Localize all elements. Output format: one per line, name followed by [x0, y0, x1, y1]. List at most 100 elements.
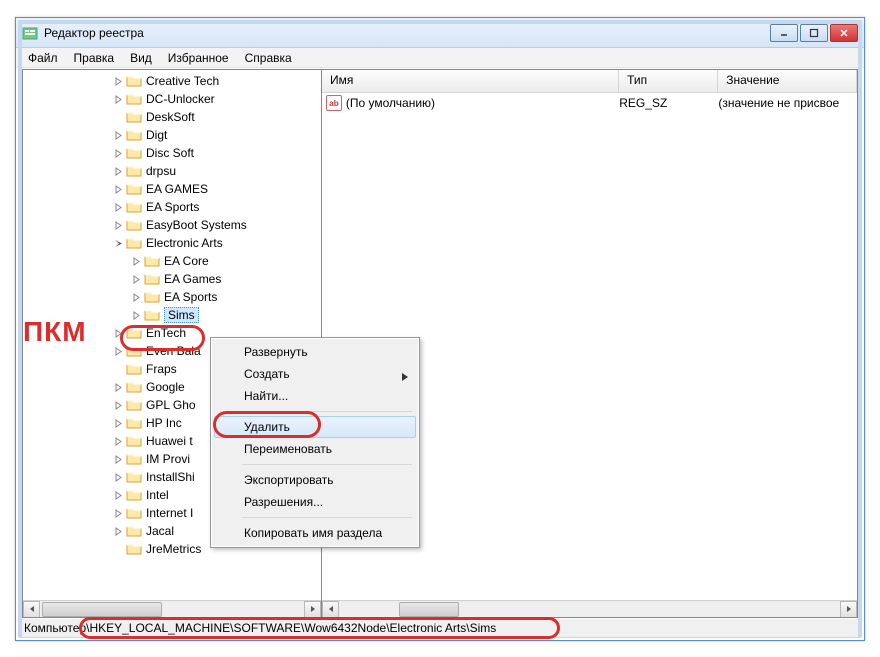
tree-item[interactable]: Disc Soft [23, 144, 321, 162]
annotation-highlight-sims [120, 325, 205, 351]
menu-файл[interactable]: Файл [20, 49, 66, 67]
context-separator [242, 464, 412, 465]
scroll-right-icon[interactable] [840, 601, 857, 618]
tree-item[interactable]: DC-Unlocker [23, 90, 321, 108]
tree-item-label: Huawei t [146, 434, 193, 448]
expand-closed-icon[interactable] [113, 166, 124, 177]
menubar: ФайлПравкаВидИзбранноеСправка [16, 48, 864, 68]
tree-item-label: EA GAMES [146, 182, 208, 196]
tree-item[interactable]: EA Sports [23, 198, 321, 216]
tree-item-label: Creative Tech [146, 74, 219, 88]
column-header[interactable]: Тип [619, 70, 718, 92]
annotation-pkm-label: ПКМ [23, 316, 87, 348]
expand-closed-icon[interactable] [113, 130, 124, 141]
expand-closed-icon[interactable] [113, 220, 124, 231]
folder-icon [126, 92, 142, 106]
folder-icon [126, 524, 142, 538]
tree-item-label: Digt [146, 128, 167, 142]
context-item[interactable]: Переименовать [214, 438, 416, 460]
expand-closed-icon[interactable] [113, 508, 124, 519]
expand-closed-icon[interactable] [113, 418, 124, 429]
folder-icon [126, 506, 142, 520]
tree-item-label: Google [146, 380, 185, 394]
tree-item-label: DeskSoft [146, 110, 195, 124]
tree-item-label: DC-Unlocker [146, 92, 215, 106]
folder-icon [126, 74, 142, 88]
menu-правка[interactable]: Правка [66, 49, 123, 67]
menu-избранное[interactable]: Избранное [160, 49, 237, 67]
context-item-label: Экспортировать [244, 473, 334, 487]
folder-icon [126, 218, 142, 232]
expand-closed-icon[interactable] [113, 472, 124, 483]
tree-item[interactable]: Electronic Arts [23, 234, 321, 252]
context-separator [242, 517, 412, 518]
context-item-label: Создать [244, 367, 290, 381]
context-item[interactable]: Создать [214, 363, 416, 385]
tree-hscroll[interactable] [23, 600, 321, 617]
scroll-left-icon[interactable] [23, 601, 40, 618]
expand-closed-icon[interactable] [131, 310, 142, 321]
menu-вид[interactable]: Вид [122, 49, 160, 67]
expand-closed-icon[interactable] [113, 112, 124, 123]
expand-closed-icon[interactable] [113, 454, 124, 465]
scroll-thumb[interactable] [399, 602, 459, 617]
context-item-label: Переименовать [244, 442, 332, 456]
folder-icon [126, 416, 142, 430]
folder-icon [126, 434, 142, 448]
scroll-thumb[interactable] [42, 602, 162, 617]
expand-closed-icon[interactable] [113, 364, 124, 375]
expand-closed-icon[interactable] [131, 274, 142, 285]
tree-item[interactable]: EA Core [23, 252, 321, 270]
scroll-right-icon[interactable] [304, 601, 321, 618]
tree-item-label: Fraps [146, 362, 177, 376]
expand-closed-icon[interactable] [113, 526, 124, 537]
tree-item[interactable]: EA Sports [23, 288, 321, 306]
column-header[interactable]: Имя [322, 70, 619, 92]
expand-closed-icon[interactable] [131, 256, 142, 267]
menu-справка[interactable]: Справка [237, 49, 300, 67]
expand-closed-icon[interactable] [113, 94, 124, 105]
string-value-icon: ab [326, 95, 342, 111]
tree-item[interactable]: Digt [23, 126, 321, 144]
tree-item[interactable]: EasyBoot Systems [23, 216, 321, 234]
context-item[interactable]: Развернуть [214, 341, 416, 363]
context-item[interactable]: Экспортировать [214, 469, 416, 491]
folder-icon [126, 164, 142, 178]
expand-open-icon[interactable] [113, 238, 124, 249]
list-hscroll[interactable] [322, 600, 857, 617]
folder-icon [126, 128, 142, 142]
tree-item[interactable]: DeskSoft [23, 108, 321, 126]
expand-closed-icon[interactable] [113, 202, 124, 213]
scroll-left-icon[interactable] [322, 601, 339, 618]
context-menu[interactable]: РазвернутьСоздатьНайти...УдалитьПереимен… [210, 337, 420, 548]
expand-closed-icon[interactable] [113, 76, 124, 87]
close-button[interactable] [830, 24, 858, 42]
expand-closed-icon[interactable] [113, 400, 124, 411]
folder-icon [126, 200, 142, 214]
expand-closed-icon[interactable] [113, 346, 124, 357]
list-header[interactable]: ИмяТипЗначение [322, 70, 857, 93]
expand-closed-icon[interactable] [113, 490, 124, 501]
expand-closed-icon[interactable] [113, 148, 124, 159]
expand-closed-icon[interactable] [113, 436, 124, 447]
expand-closed-icon[interactable] [113, 544, 124, 555]
tree-item[interactable]: EA GAMES [23, 180, 321, 198]
tree-item-label: Jacal [146, 524, 174, 538]
expand-closed-icon[interactable] [113, 184, 124, 195]
folder-icon [126, 488, 142, 502]
minimize-button[interactable] [770, 24, 798, 42]
maximize-button[interactable] [800, 24, 828, 42]
folder-icon [144, 308, 160, 322]
tree-item[interactable]: EA Games [23, 270, 321, 288]
list-row[interactable]: ab(По умолчанию)REG_SZ(значение не присв… [322, 93, 857, 113]
context-item[interactable]: Разрешения... [214, 491, 416, 513]
context-item[interactable]: Копировать имя раздела [214, 522, 416, 544]
context-item-label: Копировать имя раздела [244, 526, 382, 540]
column-header[interactable]: Значение [718, 70, 857, 92]
expand-closed-icon[interactable] [113, 382, 124, 393]
tree-item-label: EA Games [164, 272, 221, 286]
expand-closed-icon[interactable] [131, 292, 142, 303]
context-item[interactable]: Найти... [214, 385, 416, 407]
tree-item[interactable]: Creative Tech [23, 72, 321, 90]
tree-item[interactable]: drpsu [23, 162, 321, 180]
